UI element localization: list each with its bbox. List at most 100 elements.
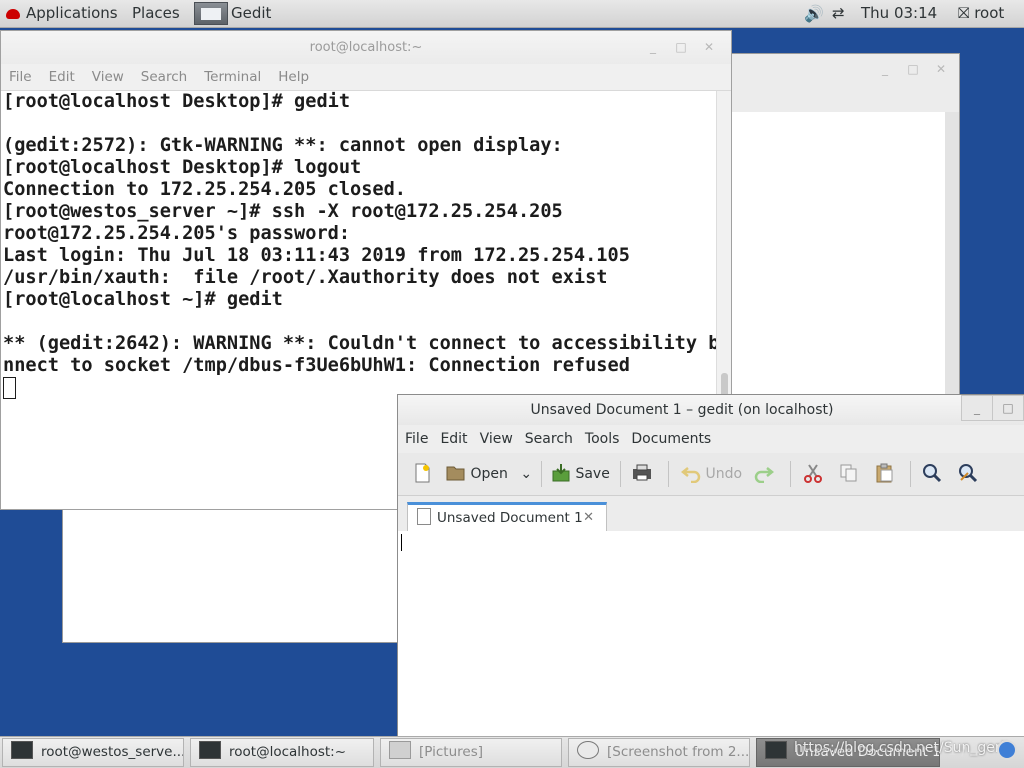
text-caret xyxy=(401,534,402,551)
redo-icon xyxy=(754,467,774,483)
terminal-line: [root@westos_server ~]# ssh -X root@172.… xyxy=(3,201,563,222)
workspace-indicator[interactable]: 1 / 4 xyxy=(948,736,979,767)
gedit-menubar: File Edit View Search Tools Documents xyxy=(398,425,1024,453)
gedit-menu-edit[interactable]: Edit xyxy=(440,425,467,453)
document-tab-label: Unsaved Document 1 xyxy=(437,510,583,526)
maximize-icon[interactable]: □ xyxy=(992,395,1024,421)
print-button[interactable] xyxy=(632,459,652,489)
applications-menu[interactable]: Applications xyxy=(6,0,118,27)
taskbar-item-terminal-localhost[interactable]: root@localhost:~ xyxy=(190,738,374,767)
gedit-window[interactable]: Unsaved Document 1 – gedit (on localhost… xyxy=(397,394,1024,744)
open-label: Open xyxy=(470,466,508,482)
network-icon[interactable]: ⇄ xyxy=(832,0,845,27)
screenshot-icon xyxy=(577,741,599,759)
background-window-controls: _ □ ✕ xyxy=(871,62,955,76)
taskbar-item-label: [Screenshot from 2... xyxy=(607,744,750,760)
close-tab-icon[interactable]: ✕ xyxy=(583,505,594,531)
terminal-line: nnect to socket /tmp/dbus-f3Ue6bUhW1: Co… xyxy=(3,355,630,376)
gedit-title[interactable]: Unsaved Document 1 – gedit (on localhost… xyxy=(398,395,1024,425)
gedit-menu-documents[interactable]: Documents xyxy=(631,425,711,453)
user-icon: ⛝ xyxy=(958,4,975,22)
paste-icon xyxy=(876,463,893,483)
minimize-icon[interactable]: _ xyxy=(639,40,667,54)
gedit-tabbar: Unsaved Document 1 ✕ xyxy=(398,496,1024,533)
redo-button[interactable] xyxy=(754,459,774,489)
undo-icon xyxy=(681,467,701,483)
document-tab[interactable]: Unsaved Document 1 ✕ xyxy=(407,502,607,532)
toolbar-separator xyxy=(620,461,621,487)
minimize-icon[interactable]: _ xyxy=(961,395,993,421)
menu-help[interactable]: Help xyxy=(278,64,309,90)
terminal-title[interactable]: root@localhost:~ xyxy=(1,31,731,64)
chevron-down-icon[interactable]: ⌄ xyxy=(520,466,532,482)
print-icon xyxy=(633,464,651,481)
terminal-icon xyxy=(11,741,33,759)
new-document-button[interactable] xyxy=(412,459,432,489)
toolbar-separator xyxy=(910,461,911,487)
terminal-icon xyxy=(199,741,221,759)
folder-icon xyxy=(389,741,411,759)
paste-button[interactable] xyxy=(875,459,895,489)
volume-icon[interactable]: 🔊 xyxy=(804,0,824,27)
places-menu[interactable]: Places xyxy=(132,0,180,27)
gedit-toolbar: Open ⌄ Save Undo xyxy=(398,453,1024,496)
terminal-line: [root@localhost ~]# gedit xyxy=(3,289,283,310)
close-icon[interactable]: ✕ xyxy=(695,40,723,54)
save-button[interactable]: Save xyxy=(551,459,610,489)
close-icon[interactable]: ✕ xyxy=(927,62,955,76)
terminal-line: Last login: Thu Jul 18 03:11:43 2019 fro… xyxy=(3,245,630,266)
taskbar-item-label: root@westos_serve... xyxy=(41,744,184,760)
user-label: root xyxy=(974,4,1005,22)
maximize-icon[interactable]: □ xyxy=(899,62,927,76)
menu-file[interactable]: File xyxy=(9,64,32,90)
folder-open-icon xyxy=(446,466,465,481)
save-label: Save xyxy=(575,466,610,482)
terminal-line: root@172.25.254.205's password: xyxy=(3,223,351,244)
toolbar-separator xyxy=(541,461,542,487)
gedit-menu-view[interactable]: View xyxy=(480,425,513,453)
text-editor[interactable] xyxy=(398,531,1024,743)
terminal-line: /usr/bin/xauth: file /root/.Xauthority d… xyxy=(3,267,608,288)
find-button[interactable] xyxy=(922,459,942,489)
gedit-app-icon xyxy=(194,2,228,25)
notification-icon[interactable] xyxy=(997,740,1017,760)
user-menu[interactable]: ⛝ root xyxy=(958,0,1004,27)
gedit-menu-search[interactable]: Search xyxy=(525,425,573,453)
terminal-window-controls: _ □ ✕ xyxy=(639,40,723,54)
gedit-menu-file[interactable]: File xyxy=(405,425,428,453)
save-icon xyxy=(552,464,570,482)
taskbar-item-pictures[interactable]: [Pictures] xyxy=(380,738,562,767)
menu-terminal[interactable]: Terminal xyxy=(204,64,261,90)
active-app-menu[interactable]: Gedit xyxy=(194,0,271,27)
menu-search[interactable]: Search xyxy=(141,64,187,90)
gedit-menu-tools[interactable]: Tools xyxy=(585,425,620,453)
active-app-label: Gedit xyxy=(231,4,272,22)
undo-button[interactable]: Undo xyxy=(681,459,742,489)
minimize-icon[interactable]: _ xyxy=(871,62,899,76)
copy-icon xyxy=(840,464,857,482)
cut-button[interactable] xyxy=(803,459,823,489)
find-replace-button[interactable] xyxy=(958,459,978,489)
clock[interactable]: Thu 03:14 xyxy=(861,0,937,27)
taskbar-item-screenshot[interactable]: [Screenshot from 2... xyxy=(568,738,750,767)
terminal-menubar: File Edit View Search Terminal Help xyxy=(1,64,731,91)
copy-button[interactable] xyxy=(839,459,859,489)
top-panel: Applications Places Gedit 🔊 ⇄ Thu 03:14 … xyxy=(0,0,1024,28)
open-button[interactable]: Open ⌄ xyxy=(446,459,532,489)
gedit-icon xyxy=(765,741,787,759)
toolbar-separator xyxy=(668,461,669,487)
gedit-window-controls: _ □ xyxy=(961,395,1024,421)
document-icon xyxy=(417,508,431,525)
terminal-line: [root@localhost Desktop]# logout xyxy=(3,157,362,178)
redhat-logo-icon xyxy=(6,9,20,19)
new-document-icon xyxy=(415,463,430,483)
maximize-icon[interactable]: □ xyxy=(667,40,695,54)
taskbar-item-terminal-westos[interactable]: root@westos_serve... xyxy=(2,738,184,767)
menu-view[interactable]: View xyxy=(92,64,124,90)
taskbar-item-label: [Pictures] xyxy=(419,744,483,760)
terminal-line: [root@localhost Desktop]# gedit xyxy=(3,91,351,112)
find-replace-icon xyxy=(959,464,978,483)
menu-edit[interactable]: Edit xyxy=(49,64,75,90)
terminal-cursor xyxy=(3,377,16,399)
